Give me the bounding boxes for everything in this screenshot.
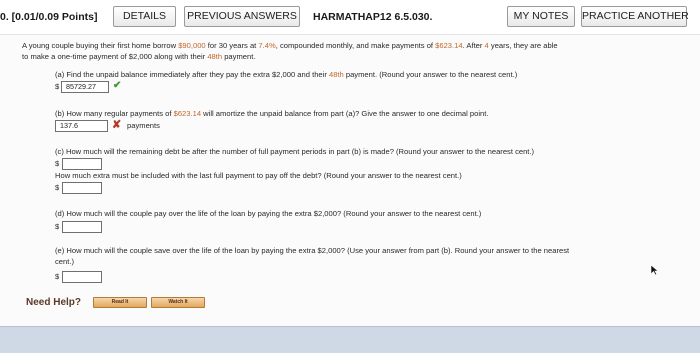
practice-another-button[interactable]: PRACTICE ANOTHER: [581, 6, 689, 27]
part-c-currency-2: $: [55, 183, 60, 192]
principal-value: $90,000: [178, 41, 206, 50]
part-e-prompt-2: cent.): [55, 257, 74, 266]
part-b-answer-input[interactable]: 137.6: [55, 120, 108, 132]
part-e-prompt-1: (e) How much will the couple save over t…: [55, 246, 570, 255]
part-d-answer-input[interactable]: [62, 221, 102, 233]
part-a-answer-input[interactable]: 85729.27: [61, 81, 109, 93]
previous-answers-button[interactable]: PREVIOUS ANSWERS: [184, 6, 300, 27]
part-c-currency-1: $: [55, 159, 60, 168]
part-a-currency: $: [55, 82, 60, 91]
part-c-prompt-1: (c) How much will the remaining debt be …: [55, 147, 535, 156]
part-b-unit: payments: [127, 121, 160, 130]
payment-number-value: 48th: [207, 52, 223, 61]
next-question-panel: [0, 326, 700, 353]
need-help-label: Need Help?: [26, 297, 82, 308]
part-c-extra-payment-input[interactable]: [62, 182, 102, 194]
problem-statement-line-2: to make a one-time payment of $2,000 alo…: [22, 52, 256, 61]
part-e-currency: $: [55, 272, 60, 281]
incorrect-x-icon: ✘: [112, 119, 122, 131]
part-d-prompt: (d) How much will the couple pay over th…: [55, 209, 482, 218]
part-e-answer-input[interactable]: [62, 271, 102, 283]
question-points: 0. [0.01/0.09 Points]: [0, 11, 98, 23]
interest-rate-value: 7.4%: [258, 41, 276, 50]
watch-it-button[interactable]: Watch It: [151, 297, 205, 308]
part-c-remaining-debt-input[interactable]: [62, 158, 102, 170]
read-it-button[interactable]: Read It: [93, 297, 147, 308]
part-d-currency: $: [55, 222, 60, 231]
payment-value: $623.14: [435, 41, 463, 50]
part-c-prompt-2: How much extra must be included with the…: [55, 171, 462, 180]
correct-check-icon: ✔: [113, 80, 122, 91]
my-notes-button[interactable]: MY NOTES: [507, 6, 575, 27]
problem-statement-line-1: A young couple buying their first home b…: [22, 41, 558, 50]
details-button[interactable]: DETAILS: [113, 6, 176, 27]
problem-source: HARMATHAP12 6.5.030.: [313, 11, 433, 23]
part-a-prompt: (a) Find the unpaid balance immediately …: [55, 70, 518, 79]
mouse-cursor-icon: [650, 263, 659, 281]
